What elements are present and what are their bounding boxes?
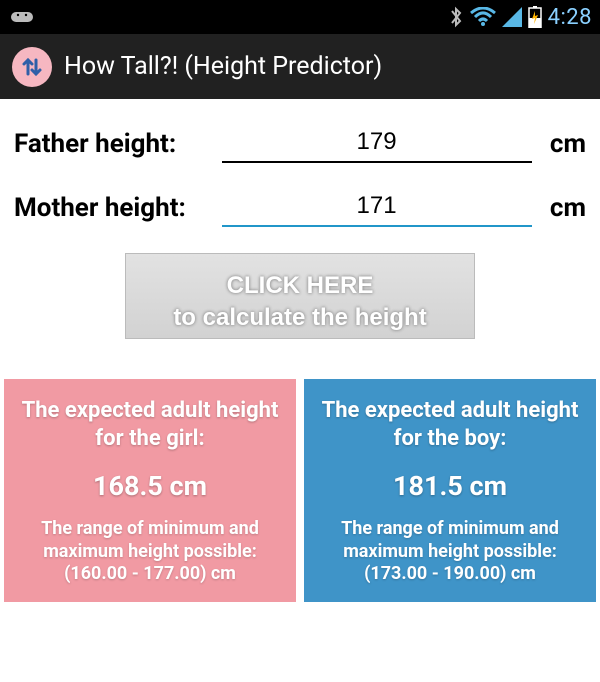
father-unit: cm bbox=[546, 129, 586, 159]
mother-label: Mother height: bbox=[14, 193, 208, 223]
app-bar: How Tall?! (Height Predictor) bbox=[0, 34, 600, 99]
mother-row: Mother height: cm bbox=[14, 189, 586, 227]
app-icon bbox=[12, 47, 52, 87]
form: Father height: cm Mother height: cm CLIC… bbox=[0, 99, 600, 339]
father-input[interactable] bbox=[222, 125, 532, 163]
status-bar: 4:28 bbox=[0, 0, 600, 34]
calculate-line1: CLICK HERE bbox=[227, 272, 374, 299]
bluetooth-icon bbox=[448, 6, 464, 28]
father-label: Father height: bbox=[14, 129, 208, 159]
mother-input[interactable] bbox=[222, 189, 532, 227]
boy-lead: The expected adult height for the boy: bbox=[312, 397, 588, 452]
father-row: Father height: cm bbox=[14, 125, 586, 163]
battery-icon bbox=[528, 6, 542, 28]
signal-icon bbox=[502, 7, 522, 27]
calculate-button[interactable]: CLICK HERE to calculate the height bbox=[125, 253, 475, 339]
girl-value: 168.5 cm bbox=[12, 470, 288, 502]
wifi-icon bbox=[470, 7, 496, 27]
results: The expected adult height for the girl: … bbox=[0, 371, 600, 610]
girl-lead: The expected adult height for the girl: bbox=[12, 397, 288, 452]
android-icon bbox=[8, 7, 36, 27]
app-title: How Tall?! (Height Predictor) bbox=[64, 52, 382, 81]
mother-unit: cm bbox=[546, 193, 586, 223]
girl-sub: The range of minimum and maximum height … bbox=[12, 518, 288, 586]
boy-value: 181.5 cm bbox=[312, 470, 588, 502]
boy-sub: The range of minimum and maximum height … bbox=[312, 518, 588, 586]
boy-card: The expected adult height for the boy: 1… bbox=[304, 379, 596, 602]
calculate-line2: to calculate the height bbox=[173, 304, 426, 331]
girl-card: The expected adult height for the girl: … bbox=[4, 379, 296, 602]
status-clock: 4:28 bbox=[548, 5, 592, 30]
